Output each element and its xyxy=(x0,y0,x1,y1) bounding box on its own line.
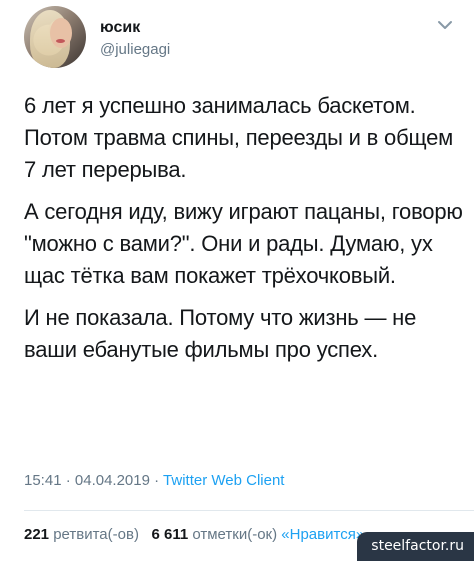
author-name[interactable]: юсик xyxy=(100,19,140,37)
tweet-text: 6 лет я успешно занималась баскетом. Пот… xyxy=(24,90,464,376)
tweet-time[interactable]: 15:41 xyxy=(24,472,62,489)
tweet-meta: 15:41 · 04.04.2019 · Twitter Web Client xyxy=(24,472,284,489)
likes-label[interactable]: отметки(-ок) xyxy=(192,526,277,543)
avatar[interactable] xyxy=(24,6,86,68)
client-link[interactable]: Twitter Web Client xyxy=(163,472,284,489)
retweets-count[interactable]: 221 xyxy=(24,526,49,543)
tweet-date[interactable]: 04.04.2019 xyxy=(75,472,150,489)
chevron-down-icon[interactable] xyxy=(436,16,454,34)
meta-separator: · xyxy=(65,472,71,489)
tweet-header: юсик @juliegagi xyxy=(24,6,454,72)
likes-button[interactable]: «Нравится» xyxy=(281,526,364,543)
meta-separator: · xyxy=(154,472,160,489)
tweet-paragraph: А сегодня иду, вижу играют пацаны, говор… xyxy=(24,199,463,288)
tweet-paragraph: И не показала. Потому что жизнь — не ваш… xyxy=(24,305,417,362)
watermark: steelfactor.ru xyxy=(357,532,474,561)
author-handle[interactable]: @juliegagi xyxy=(100,41,170,58)
divider xyxy=(24,510,474,511)
retweets-label[interactable]: ретвита(-ов) xyxy=(53,526,139,543)
tweet-stats: 221 ретвита(-ов) 6 611 отметки(-ок) «Нра… xyxy=(24,526,364,543)
likes-count[interactable]: 6 611 xyxy=(151,526,188,543)
tweet-paragraph: 6 лет я успешно занималась баскетом. Пот… xyxy=(24,93,454,182)
